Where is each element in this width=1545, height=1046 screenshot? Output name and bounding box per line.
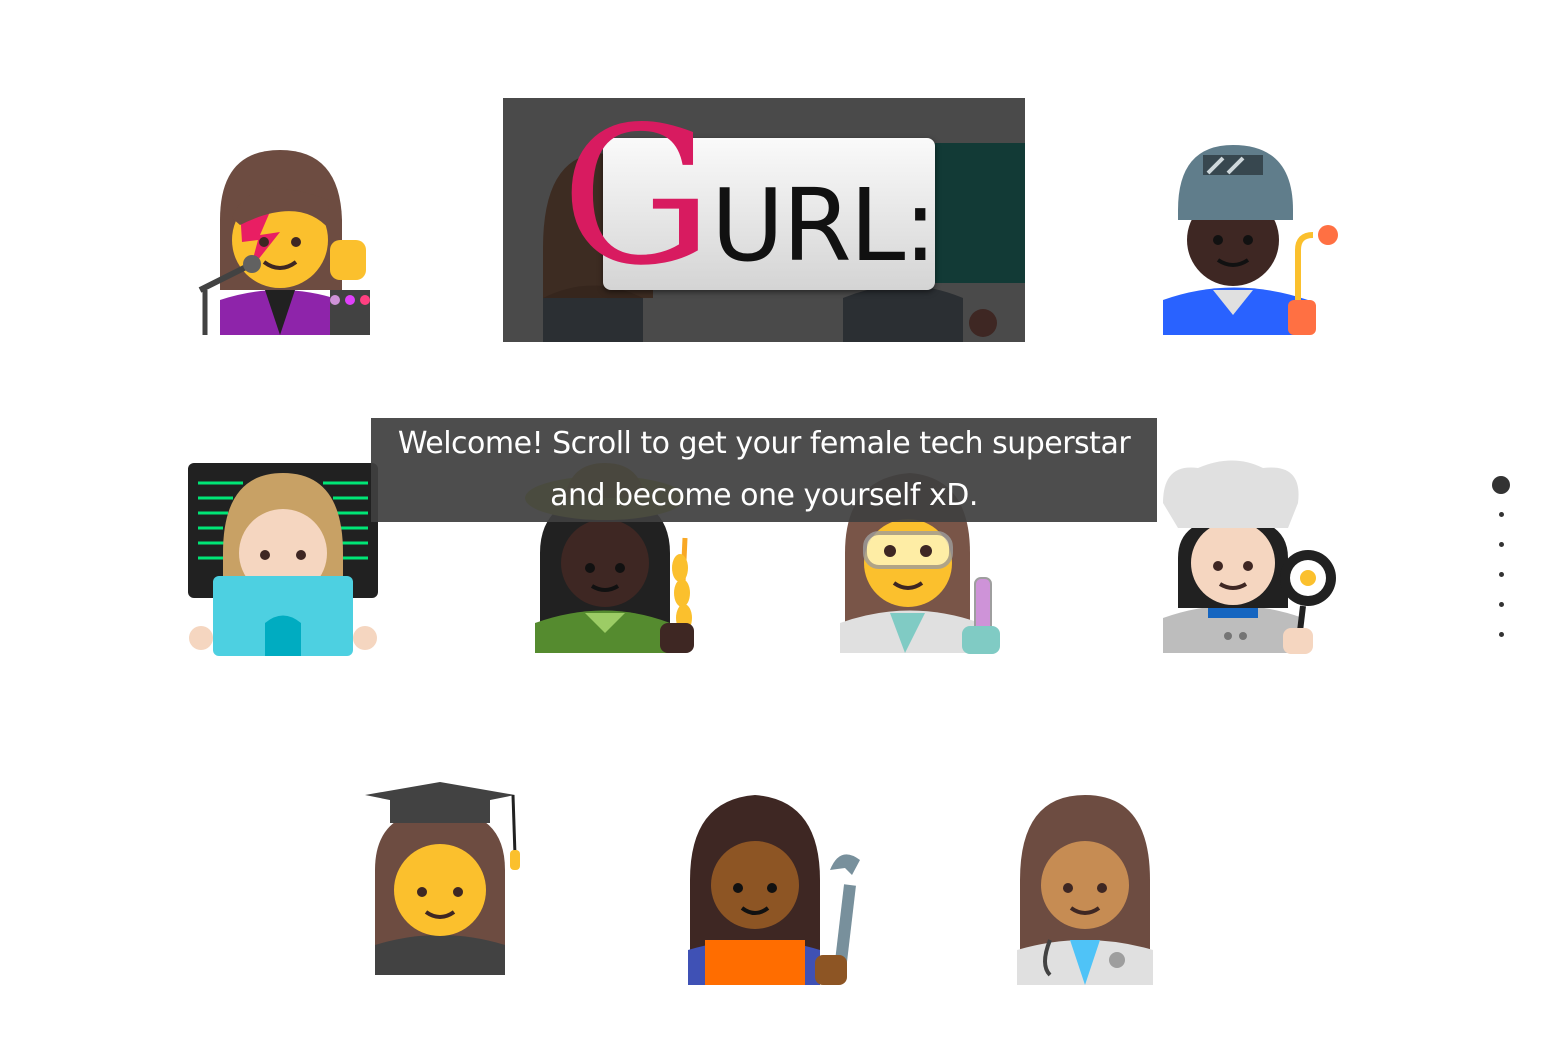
logo-letter-g: G (561, 98, 713, 307)
logo-text: URL: (711, 167, 937, 284)
page: G URL: Welcome! Scroll to get your femal… (0, 0, 1545, 1046)
woman-cook-icon (1148, 458, 1348, 658)
gurl-logo: G URL: (503, 98, 1025, 342)
pager-dot-3[interactable] (1499, 542, 1504, 547)
woman-student-icon (360, 780, 560, 980)
pager-dot-6[interactable] (1499, 632, 1504, 637)
woman-singer-icon (180, 140, 380, 340)
pager-dot-4[interactable] (1499, 572, 1504, 577)
woman-mechanic-icon (680, 790, 880, 990)
pager-dot-2[interactable] (1499, 512, 1504, 517)
pager-dot-5[interactable] (1499, 602, 1504, 607)
pager-dot-1[interactable] (1492, 476, 1510, 494)
welcome-message: Welcome! Scroll to get your female tech … (371, 418, 1157, 522)
welcome-line-1: Welcome! Scroll to get your female tech … (397, 426, 1131, 461)
woman-factory-worker-icon (1148, 140, 1348, 340)
woman-technologist-icon (183, 458, 383, 658)
woman-health-worker-icon (1005, 790, 1205, 990)
welcome-line-2: and become one yourself xD. (550, 478, 978, 513)
